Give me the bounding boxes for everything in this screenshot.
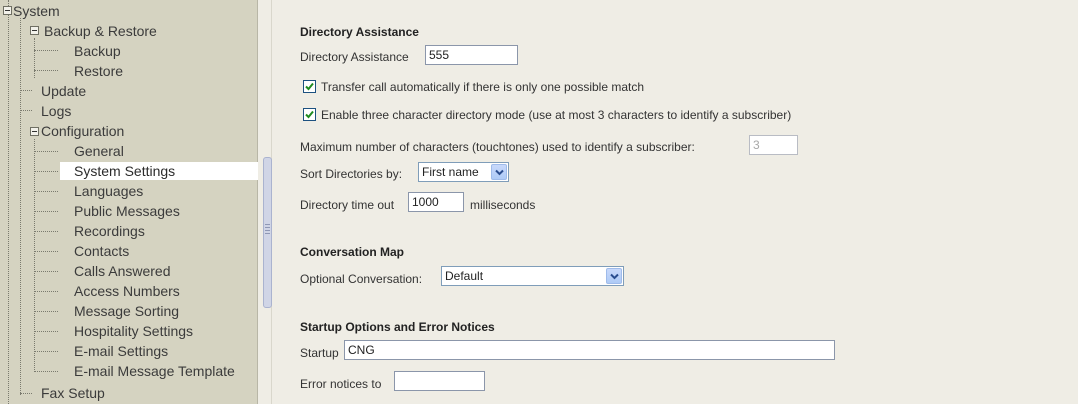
three-character-mode-label: Enable three character directory mode (u… [321, 108, 792, 122]
navigation-tree: System Backup & Restore Backup Restore U… [0, 0, 258, 404]
section-title-startup-options: Startup Options and Error Notices [300, 320, 495, 334]
optional-conversation-value: Default [445, 269, 484, 283]
three-character-mode-checkbox[interactable] [303, 108, 316, 121]
tree-item-languages[interactable]: Languages [74, 182, 143, 200]
tree-item-backup-restore[interactable]: Backup & Restore [44, 22, 157, 40]
tree-item-email-settings[interactable]: E-mail Settings [74, 342, 168, 360]
tree-connector [20, 90, 32, 91]
error-notices-input[interactable] [394, 371, 485, 391]
tree-connector [34, 50, 58, 51]
tree-connector [34, 70, 58, 71]
checkmark-icon [305, 110, 314, 119]
panel-splitter [258, 0, 285, 404]
tree-item-backup[interactable]: Backup [74, 42, 121, 60]
startup-label: Startup [300, 346, 339, 360]
timeout-unit-label: milliseconds [470, 198, 536, 212]
chevron-down-icon [495, 169, 504, 176]
directory-assistance-label: Directory Assistance [300, 50, 409, 64]
tree-item-general[interactable]: General [74, 142, 124, 160]
tree-connector [34, 291, 58, 292]
optional-conversation-label: Optional Conversation: [300, 272, 423, 286]
transfer-call-label: Transfer call automatically if there is … [321, 80, 645, 94]
tree-connector [34, 351, 58, 352]
tree-connector [34, 271, 58, 272]
dropdown-button[interactable] [491, 164, 507, 180]
directory-timeout-label: Directory time out [300, 198, 395, 212]
tree-item-hospitality-settings[interactable]: Hospitality Settings [74, 322, 193, 340]
tree-item-system[interactable]: System [13, 2, 60, 20]
tree-item-logs[interactable]: Logs [41, 102, 71, 120]
startup-input[interactable]: CNG [344, 340, 835, 360]
section-title-directory-assistance: Directory Assistance [300, 25, 419, 39]
tree-item-public-messages[interactable]: Public Messages [74, 202, 180, 220]
sort-directories-select[interactable]: First name [418, 162, 509, 182]
tree-connector [34, 151, 58, 152]
collapse-icon[interactable] [30, 26, 39, 35]
dropdown-button[interactable] [606, 268, 622, 284]
tree-item-label: System Settings [74, 163, 176, 179]
sort-directories-value: First name [422, 165, 479, 179]
tree-connector [20, 18, 21, 395]
tree-item-calls-answered[interactable]: Calls Answered [74, 262, 171, 280]
settings-panel: Directory Assistance Directory Assistanc… [285, 0, 1078, 404]
tree-item-update[interactable]: Update [41, 82, 86, 100]
grip-icon [265, 224, 270, 234]
tree-item-recordings[interactable]: Recordings [74, 222, 145, 240]
splitter-handle[interactable] [263, 157, 272, 308]
tree-item-message-sorting[interactable]: Message Sorting [74, 302, 179, 320]
directory-assistance-input[interactable]: 555 [425, 45, 518, 65]
tree-connector [8, 0, 9, 404]
max-characters-input: 3 [749, 135, 798, 155]
tree-connector [34, 251, 58, 252]
sort-directories-label: Sort Directories by: [300, 167, 403, 181]
tree-connector [34, 211, 58, 212]
tree-item-fax-setup[interactable]: Fax Setup [41, 384, 105, 402]
tree-connector [34, 38, 35, 78]
tree-connector [34, 231, 58, 232]
checkmark-icon [305, 82, 314, 91]
directory-timeout-input[interactable]: 1000 [408, 192, 464, 212]
tree-item-system-settings[interactable]: System Settings [60, 162, 258, 180]
max-characters-label: Maximum number of characters (touchtones… [300, 140, 695, 154]
section-title-conversation-map: Conversation Map [300, 245, 405, 259]
tree-connector [20, 393, 32, 394]
chevron-down-icon [610, 273, 619, 280]
tree-connector [34, 311, 58, 312]
tree-item-restore[interactable]: Restore [74, 62, 123, 80]
tree-item-email-message-template[interactable]: E-mail Message Template [74, 362, 235, 380]
tree-item-configuration[interactable]: Configuration [41, 122, 124, 140]
tree-item-contacts[interactable]: Contacts [74, 242, 129, 260]
tree-item-access-numbers[interactable]: Access Numbers [74, 282, 180, 300]
collapse-icon[interactable] [3, 6, 12, 15]
tree-connector [34, 331, 58, 332]
optional-conversation-select[interactable]: Default [441, 266, 624, 286]
collapse-icon[interactable] [30, 127, 39, 136]
error-notices-label: Error notices to [300, 377, 382, 391]
tree-connector [34, 371, 58, 372]
tree-connector [34, 139, 35, 372]
tree-connector [34, 171, 58, 172]
tree-connector [20, 110, 32, 111]
transfer-call-checkbox[interactable] [303, 80, 316, 93]
tree-connector [34, 191, 58, 192]
